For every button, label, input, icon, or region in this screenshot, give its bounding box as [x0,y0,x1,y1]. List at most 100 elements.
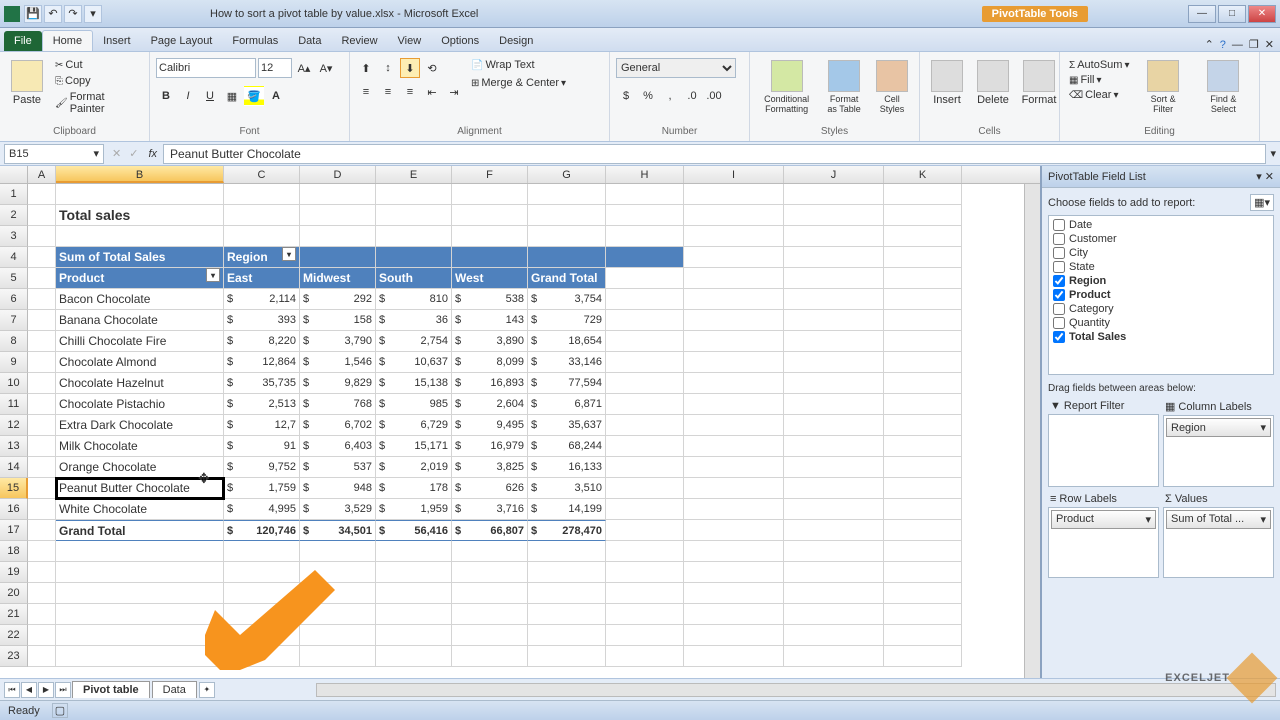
cell[interactable] [300,646,376,667]
product-cell[interactable]: Chocolate Almond [56,352,224,373]
first-sheet-icon[interactable]: ⏮ [4,682,20,698]
cell[interactable] [224,205,300,226]
field-product[interactable]: Product [1051,288,1271,302]
tab-insert[interactable]: Insert [93,31,141,51]
cell[interactable] [784,310,884,331]
cell[interactable] [28,604,56,625]
cell[interactable] [606,436,684,457]
autosum-button[interactable]: Σ AutoSum ▾ [1066,58,1132,72]
cell[interactable] [452,205,528,226]
value-cell[interactable]: $393 [224,310,300,331]
cell[interactable] [884,478,962,499]
cell[interactable] [884,499,962,520]
cell[interactable] [376,226,452,247]
value-cell[interactable]: $15,138 [376,373,452,394]
cell[interactable] [684,226,784,247]
cell[interactable] [684,604,784,625]
cell[interactable] [784,373,884,394]
cell[interactable] [606,499,684,520]
horizontal-scrollbar[interactable] [316,683,1276,697]
value-cell[interactable]: $178 [376,478,452,499]
cell[interactable] [300,184,376,205]
expand-formula-bar-icon[interactable]: ▾ [1266,147,1280,160]
grand-total-label[interactable]: Grand Total [56,520,224,541]
cell[interactable] [224,646,300,667]
value-cell[interactable]: $6,702 [300,415,376,436]
value-cell[interactable]: $68,244 [528,436,606,457]
value-field-sum[interactable]: Sum of Total ...▾ [1166,510,1271,529]
increase-decimal-icon[interactable]: .0 [682,86,702,106]
field-customer[interactable]: Customer [1051,232,1271,246]
cell[interactable] [528,625,606,646]
value-cell[interactable]: $16,979 [452,436,528,457]
macro-record-icon[interactable]: ▢ [52,703,68,718]
field-city[interactable]: City [1051,246,1271,260]
decrease-decimal-icon[interactable]: .00 [704,86,724,106]
product-cell[interactable]: Banana Chocolate [56,310,224,331]
merge-center-button[interactable]: ⊞ Merge & Center ▾ [468,76,569,90]
cell[interactable] [884,331,962,352]
row-header[interactable]: 11 [0,394,28,415]
value-cell[interactable]: $12,7 [224,415,300,436]
cell[interactable] [28,331,56,352]
cell[interactable] [28,541,56,562]
cell[interactable] [452,184,528,205]
cell[interactable] [28,646,56,667]
tab-home[interactable]: Home [42,30,93,51]
product-dropdown[interactable]: Product ▾ [56,268,224,289]
cell[interactable] [376,205,452,226]
value-cell[interactable]: $8,220 [224,331,300,352]
cell[interactable] [884,226,962,247]
cell[interactable] [784,646,884,667]
value-cell[interactable]: $3,790 [300,331,376,352]
cell[interactable] [376,583,452,604]
grand-total-value[interactable]: $120,746 [224,520,300,541]
currency-icon[interactable]: $ [616,86,636,106]
field-list-fields[interactable]: DateCustomerCityStateRegionProductCatego… [1048,215,1274,375]
cell[interactable] [606,184,684,205]
paste-button[interactable]: Paste [6,58,48,108]
fill-button[interactable]: ▦ Fill ▾ [1066,73,1132,87]
grand-total-value[interactable]: $56,416 [376,520,452,541]
cell[interactable] [606,562,684,583]
italic-button[interactable]: I [178,86,198,106]
value-cell[interactable]: $16,133 [528,457,606,478]
cell[interactable] [376,184,452,205]
cell[interactable] [28,478,56,499]
cell[interactable] [684,394,784,415]
cell[interactable] [784,541,884,562]
cell[interactable] [452,226,528,247]
cell[interactable] [684,205,784,226]
cell[interactable] [224,184,300,205]
value-cell[interactable]: $3,510 [528,478,606,499]
value-cell[interactable]: $14,199 [528,499,606,520]
value-cell[interactable]: $538 [452,289,528,310]
row-header[interactable]: 8 [0,331,28,352]
cell[interactable] [784,520,884,541]
cell[interactable] [684,247,784,268]
grand-total-value[interactable]: $66,807 [452,520,528,541]
worksheet-area[interactable]: ABCDEFGHIJK 12Total sales34Sum of Total … [0,166,1040,678]
row-header[interactable]: 12 [0,415,28,436]
column-header-G[interactable]: G [528,166,606,183]
align-right-icon[interactable]: ≡ [400,82,420,102]
column-header-K[interactable]: K [884,166,962,183]
fx-icon[interactable]: fx [148,148,157,160]
sheet-tab-pivot[interactable]: Pivot table [72,681,150,698]
row-header[interactable]: 16 [0,499,28,520]
cell[interactable] [56,541,224,562]
help-icon[interactable]: ? [1220,39,1226,51]
value-cell[interactable]: $35,637 [528,415,606,436]
cell[interactable] [684,625,784,646]
cell[interactable] [606,268,684,289]
row-header[interactable]: 20 [0,583,28,604]
wrap-text-button[interactable]: 📄 Wrap Text [468,58,569,72]
product-cell[interactable]: Milk Chocolate [56,436,224,457]
cell[interactable] [28,436,56,457]
value-cell[interactable]: $626 [452,478,528,499]
increase-indent-icon[interactable]: ⇥ [444,82,464,102]
value-cell[interactable]: $6,403 [300,436,376,457]
row-header[interactable]: 5 [0,268,28,289]
tab-file[interactable]: File [4,31,42,51]
cell[interactable] [606,478,684,499]
